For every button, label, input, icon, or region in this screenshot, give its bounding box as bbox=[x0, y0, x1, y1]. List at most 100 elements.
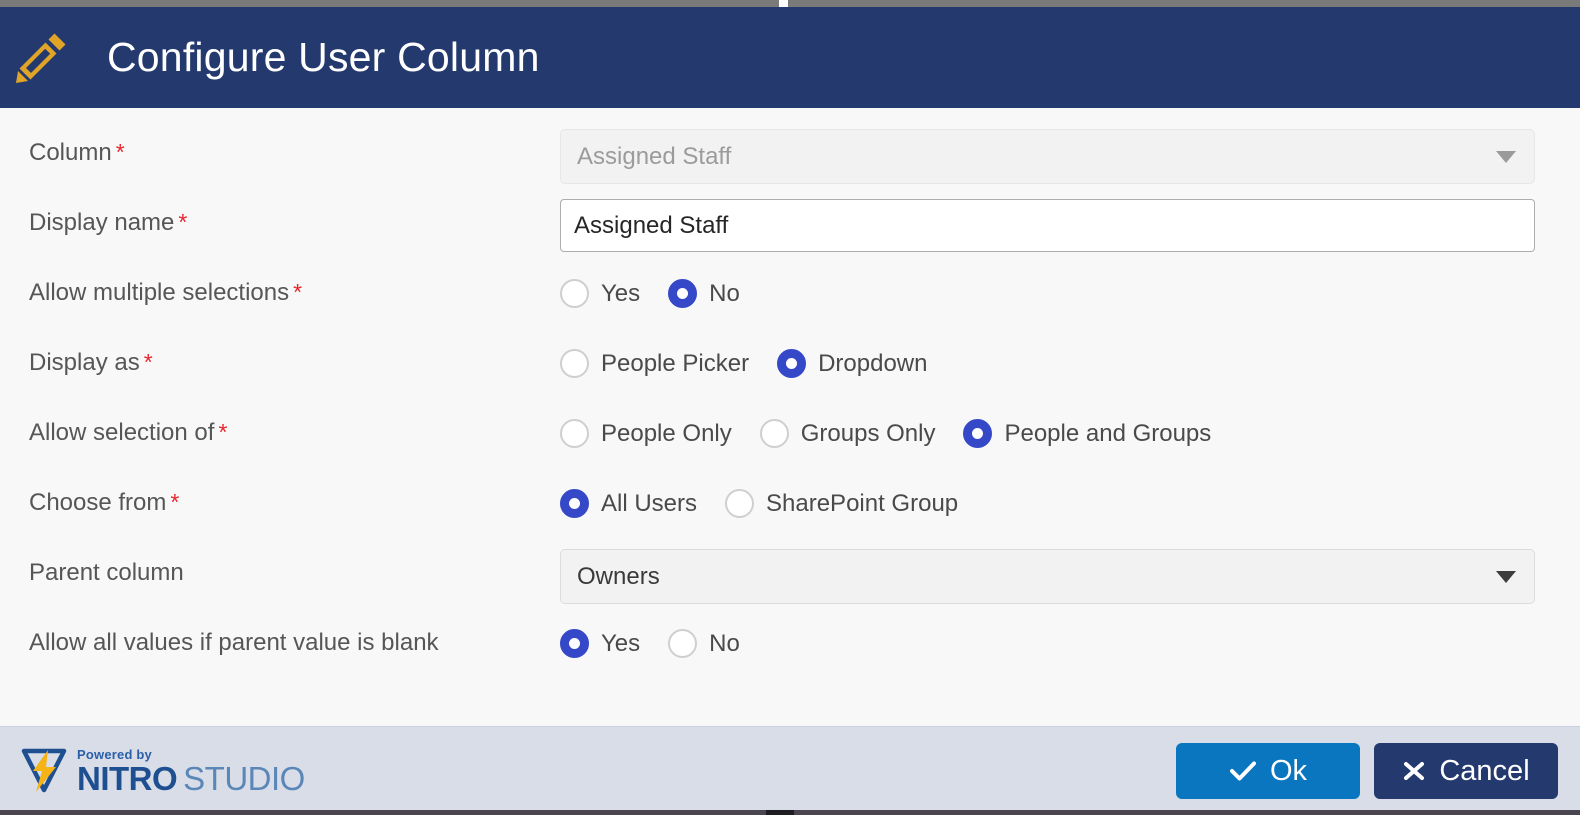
control-allow-selection-of: People Only Groups Only People and Group… bbox=[560, 407, 1580, 448]
label-allow-selection-of-text: Allow selection of bbox=[29, 419, 215, 446]
radio-label: Dropdown bbox=[818, 349, 928, 377]
radio-label: Yes bbox=[601, 629, 641, 657]
radio-label: People and Groups bbox=[1004, 419, 1212, 447]
cancel-button[interactable]: Cancel bbox=[1374, 743, 1558, 799]
radio-group-allow-selection-of: People Only Groups Only People and Group… bbox=[560, 409, 1535, 448]
radio-indicator-selected bbox=[560, 629, 589, 658]
radio-label: SharePoint Group bbox=[766, 489, 959, 517]
control-allow-all-values: Yes No bbox=[560, 617, 1580, 658]
required-marker: * bbox=[170, 489, 180, 515]
column-select-value: Assigned Staff bbox=[577, 142, 732, 170]
label-display-name-text: Display name bbox=[29, 209, 175, 236]
form-row-display-name: Display name * bbox=[0, 197, 1580, 267]
radio-indicator-selected bbox=[777, 349, 807, 378]
label-choose-from-text: Choose from bbox=[29, 489, 167, 516]
radio-group-choose-from: All Users SharePoint Group bbox=[560, 479, 1535, 518]
label-parent-column: Parent column bbox=[0, 547, 560, 588]
radio-display-as-people-picker[interactable]: People Picker bbox=[560, 349, 749, 378]
ok-button[interactable]: Ok bbox=[1176, 743, 1360, 799]
radio-label: No bbox=[709, 629, 740, 657]
radio-allow-selection-groups-only[interactable]: Groups Only bbox=[759, 419, 936, 448]
studio-text: STUDIO bbox=[183, 759, 305, 797]
radio-allow-multiple-yes[interactable]: Yes bbox=[560, 279, 640, 308]
radio-allow-all-values-yes[interactable]: Yes bbox=[560, 629, 640, 658]
nitro-studio-wordmark: Powered by NITRO STUDIO bbox=[77, 748, 305, 795]
radio-indicator-selected bbox=[668, 279, 698, 308]
dialog-header: Configure User Column bbox=[0, 7, 1580, 108]
form-row-column: Column * Assigned Staff bbox=[0, 127, 1580, 197]
required-marker: * bbox=[293, 279, 303, 305]
check-icon bbox=[1229, 760, 1257, 782]
parent-column-select[interactable]: Owners bbox=[560, 549, 1535, 604]
required-marker: * bbox=[218, 419, 228, 445]
radio-group-display-as: People Picker Dropdown bbox=[560, 339, 1535, 378]
form-row-display-as: Display as * People Picker Dropdown bbox=[0, 337, 1580, 407]
radio-indicator bbox=[560, 349, 589, 378]
label-column: Column * bbox=[0, 127, 560, 168]
radio-group-allow-multiple-selections: Yes No bbox=[560, 269, 1535, 308]
pencil-icon bbox=[14, 27, 72, 89]
radio-allow-multiple-no[interactable]: No bbox=[668, 279, 740, 308]
form-row-allow-all-values: Allow all values if parent value is blan… bbox=[0, 617, 1580, 687]
nitro-studio-name: NITRO STUDIO bbox=[77, 762, 305, 795]
label-allow-selection-of: Allow selection of * bbox=[0, 407, 560, 448]
radio-allow-selection-people-and-groups[interactable]: People and Groups bbox=[963, 419, 1211, 448]
radio-label: Groups Only bbox=[800, 419, 936, 447]
ok-button-label: Ok bbox=[1269, 754, 1308, 787]
radio-indicator-selected bbox=[963, 419, 993, 448]
radio-indicator bbox=[725, 489, 755, 518]
radio-indicator bbox=[560, 419, 589, 448]
dialog-footer: Powered by NITRO STUDIO Ok Cancel bbox=[0, 726, 1580, 815]
window-top-strip bbox=[0, 0, 1580, 7]
control-column: Assigned Staff bbox=[560, 127, 1580, 184]
label-choose-from: Choose from * bbox=[0, 477, 560, 518]
radio-display-as-dropdown[interactable]: Dropdown bbox=[777, 349, 927, 378]
control-allow-multiple-selections: Yes No bbox=[560, 267, 1580, 308]
form-row-allow-multiple-selections: Allow multiple selections * Yes No bbox=[0, 267, 1580, 337]
parent-column-select-value: Owners bbox=[577, 562, 660, 590]
close-icon bbox=[1402, 760, 1426, 782]
radio-label: People Picker bbox=[601, 349, 750, 377]
control-display-name bbox=[560, 197, 1580, 252]
footer-buttons: Ok Cancel bbox=[1176, 743, 1558, 799]
form-row-choose-from: Choose from * All Users SharePoint Group bbox=[0, 477, 1580, 547]
label-display-name: Display name * bbox=[0, 197, 560, 238]
cancel-button-label: Cancel bbox=[1439, 754, 1530, 787]
label-allow-all-values-text: Allow all values if parent value is blan… bbox=[29, 629, 439, 656]
radio-group-allow-all-values: Yes No bbox=[560, 619, 1535, 658]
nitro-lightning-triangle-icon bbox=[18, 748, 70, 794]
form-body: Column* Assigned Staff Display name* All… bbox=[0, 108, 1580, 726]
display-name-input[interactable] bbox=[560, 199, 1535, 252]
chevron-down-icon bbox=[1496, 150, 1516, 163]
column-select[interactable]: Assigned Staff bbox=[560, 129, 1535, 184]
configure-user-column-dialog: Configure User Column Column * Assigned S… bbox=[0, 0, 1580, 815]
radio-indicator bbox=[759, 419, 789, 448]
control-parent-column: Owners bbox=[560, 547, 1580, 604]
page-title: Configure User Column bbox=[107, 34, 540, 80]
required-marker: * bbox=[143, 349, 153, 375]
label-column-text: Column bbox=[29, 139, 112, 166]
radio-choose-from-sharepoint-group[interactable]: SharePoint Group bbox=[725, 489, 958, 518]
radio-label: No bbox=[709, 279, 740, 307]
window-top-notch bbox=[779, 0, 788, 7]
window-bottom-strip bbox=[0, 810, 1580, 815]
window-bottom-notch bbox=[766, 810, 794, 815]
radio-choose-from-all-users[interactable]: All Users bbox=[560, 489, 697, 518]
radio-allow-all-values-no[interactable]: No bbox=[668, 629, 740, 658]
label-allow-multiple-selections: Allow multiple selections * bbox=[0, 267, 560, 308]
radio-indicator bbox=[668, 629, 698, 658]
radio-label: All Users bbox=[601, 489, 698, 517]
radio-allow-selection-people-only[interactable]: People Only bbox=[560, 419, 732, 448]
label-display-as-text: Display as bbox=[29, 349, 140, 376]
label-allow-multiple-selections-text: Allow multiple selections bbox=[29, 279, 290, 306]
nitro-text: NITRO bbox=[77, 759, 178, 797]
nitro-studio-logo: Powered by NITRO STUDIO bbox=[18, 748, 305, 795]
label-allow-all-values: Allow all values if parent value is blan… bbox=[0, 617, 560, 658]
radio-indicator bbox=[560, 279, 589, 308]
chevron-down-icon bbox=[1496, 570, 1516, 583]
form-row-allow-selection-of: Allow selection of * People Only Groups O… bbox=[0, 407, 1580, 477]
radio-label: People Only bbox=[601, 419, 732, 447]
radio-label: Yes bbox=[601, 279, 641, 307]
required-marker: * bbox=[178, 209, 188, 235]
radio-indicator-selected bbox=[560, 489, 589, 518]
